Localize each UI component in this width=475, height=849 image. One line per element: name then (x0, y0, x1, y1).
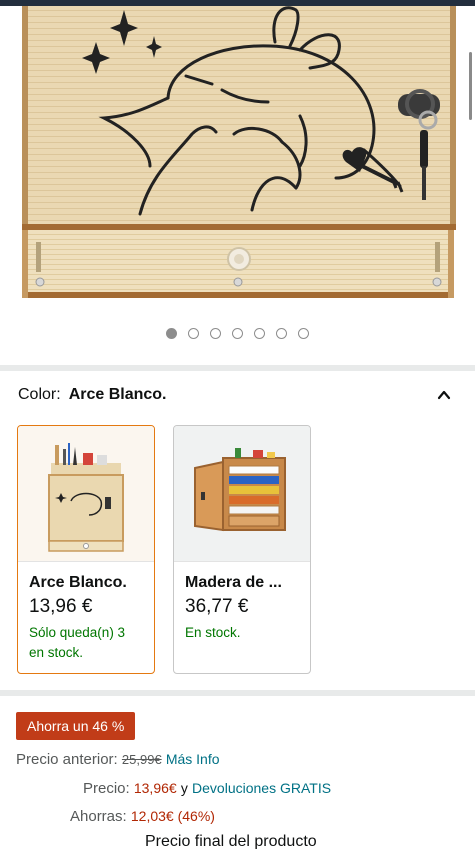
carousel-dot-4[interactable] (232, 328, 243, 339)
carousel-dot-2[interactable] (188, 328, 199, 339)
variant-image-madera (194, 447, 286, 531)
previous-price-value: 25,99€ (121, 752, 162, 767)
previous-price-label: Precio anterior: (16, 751, 118, 768)
carousel-dot-1[interactable] (166, 328, 177, 339)
price-label: Precio: (83, 780, 130, 797)
variant-name: Arce Blanco. (29, 574, 127, 591)
carousel-dot-7[interactable] (298, 328, 309, 339)
scrollbar[interactable] (469, 52, 472, 120)
carousel-dots (0, 328, 475, 339)
variant-stock-status: En stock. (185, 625, 241, 640)
price-row: Precio: 13,96€ y Devoluciones GRATIS (83, 780, 331, 797)
variant-image-arce-blanco (48, 442, 124, 552)
color-selected-value: Arce Blanco. (68, 386, 167, 403)
color-variant-list: Arce Blanco. 13,96 € Sólo queda(n) 3 en … (17, 425, 311, 674)
variant-thumbnail (174, 426, 310, 562)
variant-card-madera[interactable]: Madera de ... 36,77 € En stock. (173, 425, 311, 674)
savings-value: 12,03€ (46%) (130, 808, 215, 824)
variant-stock-status: Sólo queda(n) 3 en stock. (29, 625, 126, 660)
previous-price-row: Precio anterior: 25,99€ Más Info (16, 751, 220, 768)
more-info-link[interactable]: Más Info (166, 751, 220, 767)
price-and-text: y (180, 780, 188, 796)
carousel-dot-5[interactable] (254, 328, 265, 339)
savings-row: Ahorras: 12,03€ (46%) (70, 808, 215, 825)
carousel-dot-6[interactable] (276, 328, 287, 339)
variant-price: 36,77 € (185, 596, 249, 617)
savings-label: Ahorras: (70, 808, 127, 825)
variant-thumbnail (18, 426, 154, 562)
color-label: Color: (18, 386, 61, 403)
section-divider (0, 365, 475, 371)
chevron-up-icon[interactable] (437, 388, 451, 402)
variant-card-arce-blanco[interactable]: Arce Blanco. 13,96 € Sólo queda(n) 3 en … (17, 425, 155, 674)
desk-organizer-illustration (22, 6, 456, 298)
final-price-label: Precio final del producto (145, 833, 317, 849)
product-image[interactable] (0, 6, 475, 306)
variant-price: 13,96 € (29, 596, 93, 617)
free-returns-link[interactable]: Devoluciones GRATIS (192, 780, 331, 796)
color-selector-header[interactable]: Color: Arce Blanco. (18, 386, 167, 404)
price-value: 13,96€ (133, 780, 177, 796)
carousel-dot-3[interactable] (210, 328, 221, 339)
savings-badge: Ahorra un 46 % (16, 712, 136, 740)
variant-name: Madera de ... (185, 574, 282, 591)
section-divider (0, 690, 475, 696)
